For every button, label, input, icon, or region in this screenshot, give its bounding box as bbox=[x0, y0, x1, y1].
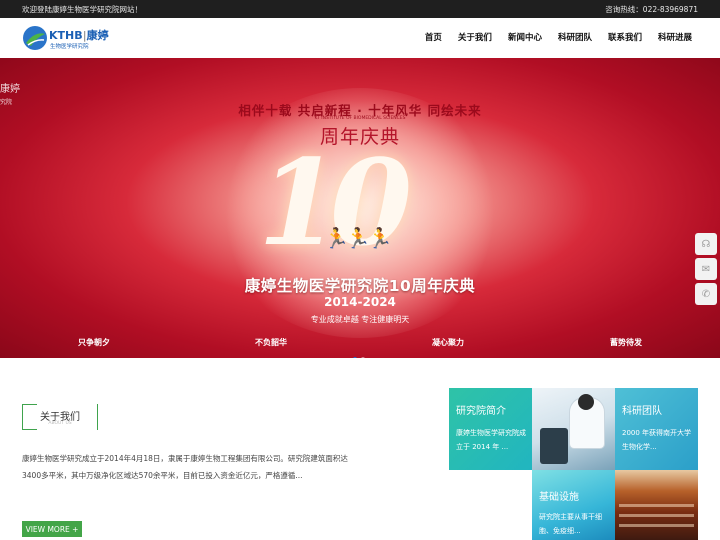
nav-news[interactable]: 新闻中心 bbox=[508, 31, 542, 43]
phone-icon[interactable]: ✆ bbox=[695, 283, 717, 305]
about-intro-text: 康婷生物医学研究成立于2014年4月18日，隶属于康婷生物工程集团有限公司。研究… bbox=[22, 454, 348, 480]
banner-motto: 专业成就卓越 专注健康明天 bbox=[310, 315, 410, 324]
logo-subtitle: 生物医学研究院 bbox=[50, 44, 89, 50]
tile-research-team[interactable]: 科研团队 2000 年获得南开大学生物化学... bbox=[615, 388, 698, 470]
about-heading: 关于我们 ABOUT US bbox=[22, 404, 98, 430]
banner-phrase: 蓄势待发 bbox=[610, 338, 642, 347]
nav-about[interactable]: 关于我们 bbox=[458, 31, 492, 43]
top-bar: 欢迎登陆康婷生物医学研究院网站！ 咨询热线：022-83969871 bbox=[0, 0, 720, 18]
site-header: KTHB|康婷 生物医学研究院 首页 关于我们 新闻中心 科研团队 联系我们 科… bbox=[0, 18, 720, 58]
nav-home[interactable]: 首页 bbox=[425, 31, 442, 43]
microscope-shape bbox=[540, 428, 568, 464]
about-en-title: ABOUT US bbox=[48, 421, 72, 426]
tile-meeting-photo[interactable] bbox=[615, 470, 698, 540]
tile-institute-intro[interactable]: 研究院简介 康婷生物医学研究院成立于 2014 年 ... bbox=[449, 388, 532, 470]
tile-desc: 2000 年获得南开大学生物化学... bbox=[622, 429, 692, 451]
tile-lab-photo[interactable] bbox=[532, 388, 615, 470]
main-nav: 首页 关于我们 新闻中心 科研团队 联系我们 科研进展 bbox=[425, 31, 692, 43]
seat-row-shape bbox=[619, 514, 694, 517]
tile-desc: 研究院主要从事干细胞、免疫细... bbox=[539, 513, 602, 535]
hero-banner[interactable]: 康婷 究院 相伴十载 共启新程 · 十年风华 同绘未来 KT INSTITUTE … bbox=[0, 58, 720, 358]
headset-icon[interactable]: ☊ bbox=[695, 233, 717, 255]
nav-progress[interactable]: 科研进展 bbox=[658, 31, 692, 43]
tile-title: 研究院简介 bbox=[456, 406, 506, 417]
banner-en-subtitle: KT INSTITUTE OF BIOMEDICAL SCIENCES bbox=[314, 116, 406, 121]
tile-desc: 康婷生物医学研究院成立于 2014 年 ... bbox=[456, 429, 526, 451]
welcome-text: 欢迎登陆康婷生物医学研究院网站！ bbox=[22, 5, 142, 14]
banner-announcement: 康婷生物医学研究院10周年庆典 bbox=[244, 277, 476, 295]
logo-mark-icon bbox=[23, 26, 47, 50]
banner-phrase: 不负韶华 bbox=[255, 338, 287, 347]
hotline-text: 咨询热线：022-83969871 bbox=[605, 5, 698, 14]
nav-team[interactable]: 科研团队 bbox=[558, 31, 592, 43]
view-more-button[interactable]: VIEW MORE + bbox=[22, 521, 82, 537]
carousel-dot[interactable] bbox=[353, 357, 357, 358]
site-logo[interactable]: KTHB|康婷 生物医学研究院 bbox=[22, 25, 112, 53]
carousel-dot[interactable] bbox=[361, 357, 365, 358]
mail-icon[interactable]: ✉ bbox=[695, 258, 717, 280]
banner-phrase: 凝心聚力 bbox=[432, 338, 464, 347]
tile-infrastructure[interactable]: 基础设施 研究院主要从事干细胞、免疫细... bbox=[532, 470, 615, 540]
tile-title: 基础设施 bbox=[539, 492, 579, 503]
tile-title: 科研团队 bbox=[622, 406, 662, 417]
banner-phrase: 只争朝夕 bbox=[78, 338, 110, 347]
researcher-head-shape bbox=[578, 394, 594, 410]
floating-toolbar: ☊ ✉ ✆ bbox=[695, 233, 717, 308]
feature-tiles: 研究院简介 康婷生物医学研究院成立于 2014 年 ... 科研团队 2000 … bbox=[449, 388, 698, 540]
banner-years: 2014-2024 bbox=[324, 295, 396, 309]
seat-row-shape bbox=[619, 524, 694, 527]
runners-icon: 🏃🏃🏃 bbox=[324, 226, 393, 250]
seat-row-shape bbox=[619, 504, 694, 507]
nav-contact[interactable]: 联系我们 bbox=[608, 31, 642, 43]
carousel-dots bbox=[353, 346, 369, 358]
logo-brand: KTHB|康婷 bbox=[49, 29, 109, 42]
